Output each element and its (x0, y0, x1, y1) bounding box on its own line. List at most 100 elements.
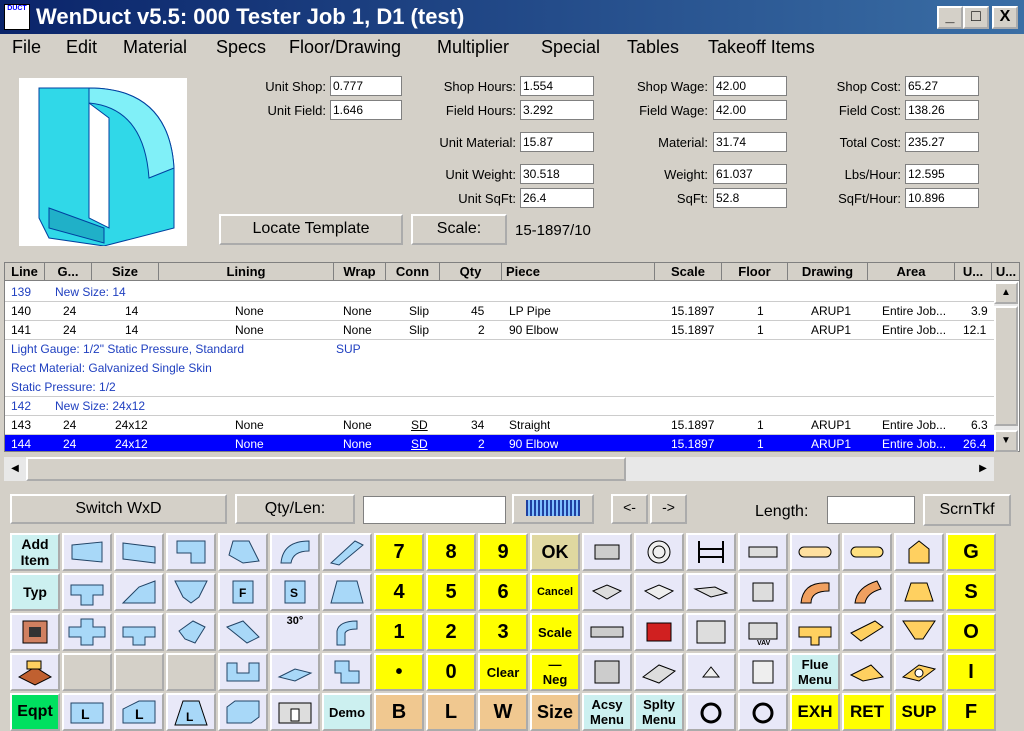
cancel-button[interactable]: Cancel (530, 573, 580, 611)
key-f[interactable]: F (946, 693, 996, 731)
equipment-box-icon[interactable] (10, 613, 60, 651)
pipe-icon[interactable] (790, 533, 840, 571)
col-drawing[interactable]: Drawing (788, 263, 868, 281)
hanger-icon[interactable] (686, 533, 736, 571)
splty-menu-button[interactable]: Splty Menu (634, 693, 684, 731)
angle-icon[interactable] (218, 533, 268, 571)
key-6[interactable]: 6 (478, 573, 528, 611)
l-duct-icon[interactable]: L (62, 693, 112, 731)
red-box-icon[interactable] (634, 613, 684, 651)
flue-menu-button[interactable]: Flue Menu (790, 653, 840, 691)
table-row-note[interactable]: 139 New Size: 14 (5, 283, 995, 302)
maximize-button[interactable]: □ (963, 6, 989, 29)
shoe-tap-icon[interactable] (114, 573, 164, 611)
box-icon[interactable] (582, 573, 632, 611)
offset-elbow-icon[interactable] (166, 613, 216, 651)
col-scale[interactable]: Scale (655, 263, 722, 281)
col-wrap[interactable]: Wrap (334, 263, 386, 281)
key-i[interactable]: I (946, 653, 996, 691)
ret-button[interactable]: RET (842, 693, 892, 731)
shop-hours-field[interactable]: 1.554 (520, 76, 594, 96)
unit-sqft-field[interactable]: 26.4 (520, 188, 594, 208)
key-s[interactable]: S (946, 573, 996, 611)
table-row-info[interactable]: Static Pressure: 1/2 (5, 378, 995, 397)
l-reducer-icon[interactable]: L (166, 693, 216, 731)
round-elbow-icon[interactable] (790, 573, 840, 611)
transition-icon[interactable] (62, 533, 112, 571)
f-fitting-icon[interactable]: F (218, 573, 268, 611)
key-dot[interactable]: • (374, 653, 424, 691)
shop-cost-field[interactable]: 65.27 (905, 76, 979, 96)
eqpt-button[interactable]: Eqpt (10, 693, 60, 731)
funnel-icon[interactable] (894, 613, 944, 651)
reducer-icon[interactable] (322, 573, 372, 611)
flex-pipe-icon[interactable] (842, 533, 892, 571)
access-door-icon[interactable] (270, 693, 320, 731)
field-wage-field[interactable]: 42.00 (713, 100, 787, 120)
menu-edit[interactable]: Edit (66, 37, 97, 58)
cross-icon[interactable] (62, 613, 112, 651)
col-u2[interactable]: U... (992, 263, 1019, 281)
grille-icon[interactable] (582, 613, 632, 651)
straight-duct-icon[interactable] (322, 533, 372, 571)
vertical-scrollbar[interactable]: ▲ ▼ (994, 282, 1018, 452)
sqft-field[interactable]: 52.8 (713, 188, 787, 208)
offset-icon[interactable] (114, 533, 164, 571)
scroll-up-icon[interactable]: ▲ (994, 282, 1018, 304)
key-0[interactable]: 0 (426, 653, 476, 691)
table-row[interactable]: 141 24 14 None None Slip 2 90 Elbow 15.1897 1 ARUP… (5, 321, 995, 340)
close-button[interactable]: X (992, 6, 1018, 29)
round-diffuser-icon[interactable] (634, 533, 684, 571)
fan-icon[interactable] (686, 573, 736, 611)
exh-button[interactable]: EXH (790, 693, 840, 731)
next-button[interactable]: -> (650, 494, 687, 524)
qty-len-input[interactable] (363, 496, 506, 524)
table-row[interactable]: 140 24 14 None None Slip 45 LP Pipe 15.1897 1 ARUP… (5, 302, 995, 321)
table-row-note[interactable]: 142 New Size: 24x12 (5, 397, 995, 416)
add-item-button[interactable]: Add Item (10, 533, 60, 571)
round-wye-icon[interactable] (842, 613, 892, 651)
round-elbow-45-icon[interactable] (842, 573, 892, 611)
key-l[interactable]: L (426, 693, 476, 731)
clear-button[interactable]: Clear (478, 653, 528, 691)
qty-len-button[interactable]: Qty/Len: (235, 494, 355, 524)
total-cost-field[interactable]: 235.27 (905, 132, 979, 152)
band-icon[interactable] (738, 693, 788, 731)
key-1[interactable]: 1 (374, 613, 424, 651)
table-row-info[interactable]: Rect Material: Galvanized Single Skin (5, 359, 995, 378)
unit-icon[interactable] (738, 573, 788, 611)
panel-icon[interactable] (686, 613, 736, 651)
scale-button[interactable]: Scale: (411, 214, 507, 245)
wye-icon[interactable] (166, 573, 216, 611)
horizontal-scrollbar[interactable]: ◀ ▶ (4, 457, 994, 481)
menu-file[interactable]: File (12, 37, 41, 58)
menu-specs[interactable]: Specs (216, 37, 266, 58)
key-7[interactable]: 7 (374, 533, 424, 571)
col-line[interactable]: Line (5, 263, 45, 281)
material-field[interactable]: 31.74 (713, 132, 787, 152)
collar-icon[interactable] (218, 653, 268, 691)
cap-icon[interactable] (894, 533, 944, 571)
angled-offset-icon[interactable] (218, 613, 268, 651)
table-row-selected[interactable]: 144 24 24x12 None None SD 2 90 Elbow 15.1897 1 ARU… (5, 435, 995, 451)
key-4[interactable]: 4 (374, 573, 424, 611)
col-floor[interactable]: Floor (722, 263, 788, 281)
l-offset-icon[interactable]: L (114, 693, 164, 731)
unit-weight-field[interactable]: 30.518 (520, 164, 594, 184)
typ-button[interactable]: Typ (10, 573, 60, 611)
menu-floor-drawing[interactable]: Floor/Drawing (289, 37, 401, 58)
bullhead-tee-icon[interactable] (114, 613, 164, 651)
smoke-damper-icon[interactable] (738, 653, 788, 691)
degree-elbow-icon[interactable]: 30° (270, 613, 320, 651)
col-qty[interactable]: Qty (440, 263, 502, 281)
plenum-icon[interactable] (218, 693, 268, 731)
tap-icon[interactable] (270, 653, 320, 691)
locate-template-button[interactable]: Locate Template (219, 214, 403, 245)
col-piece[interactable]: Piece (502, 263, 655, 281)
scroll-left-icon[interactable]: ◀ (4, 457, 26, 481)
menu-takeoff-items[interactable]: Takeoff Items (708, 37, 815, 58)
hood-icon[interactable] (894, 573, 944, 611)
col-area[interactable]: Area (868, 263, 955, 281)
key-g[interactable]: G (946, 533, 996, 571)
louver-icon[interactable] (582, 653, 632, 691)
